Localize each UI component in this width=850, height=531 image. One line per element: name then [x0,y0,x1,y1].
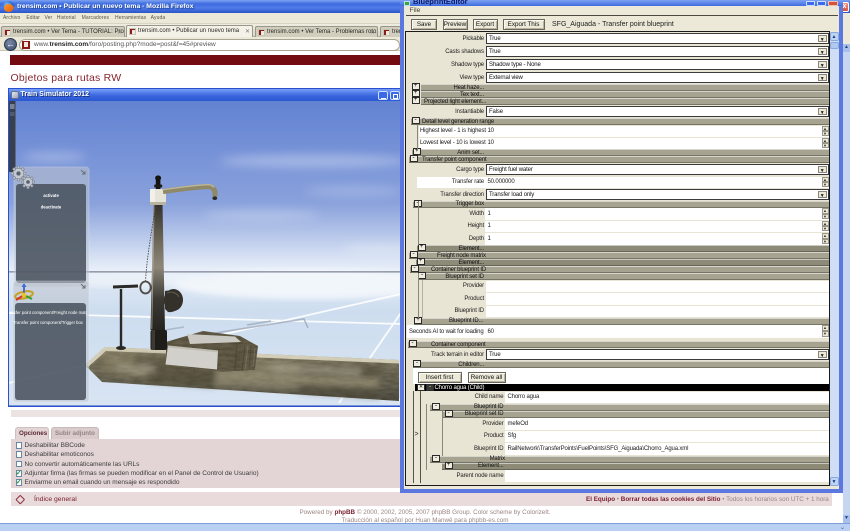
svg-text:ansfer point component/Freight: ansfer point component/Freight node matr [9,310,88,315]
svg-text:activate: activate [43,193,59,198]
svg-text:deactivate: deactivate [41,204,62,209]
svg-text:Transfer point component/Trigg: Transfer point component/Trigger box [13,320,84,325]
